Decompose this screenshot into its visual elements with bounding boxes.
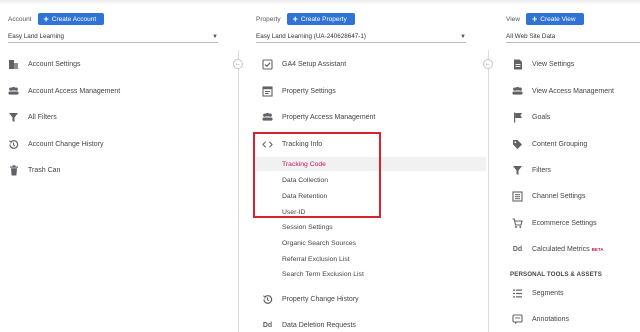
property-header: Property + Create Property xyxy=(256,13,355,25)
trash-icon xyxy=(8,164,19,176)
property-selected: Easy Land Learning (UA-240628647-1) xyxy=(256,33,366,40)
account-selector[interactable]: Easy Land Learning ▼ xyxy=(8,31,218,43)
channel-settings-item[interactable]: Channel Settings xyxy=(512,189,585,203)
filters-label: Filters xyxy=(532,166,552,174)
dd-icon: Dd xyxy=(512,245,523,253)
annotation-icon xyxy=(512,313,523,325)
search-term-exclusion-list-link[interactable]: Search Term Exclusion List xyxy=(282,269,364,281)
view-selected: All Web Site Data xyxy=(506,33,556,40)
all-filters-label: All Filters xyxy=(28,113,57,121)
dropdown-caret-icon: ▼ xyxy=(460,33,466,40)
plus-icon: + xyxy=(43,13,49,24)
property-change-history-label: Property Change History xyxy=(282,295,359,303)
trash-can-item[interactable]: Trash Can xyxy=(8,163,60,177)
session-settings-link[interactable]: Session Settings xyxy=(282,222,333,234)
content-grouping-label: Content Grouping xyxy=(532,140,588,148)
highlight-annotation-box xyxy=(253,132,381,218)
goals-item[interactable]: Goals xyxy=(512,110,550,124)
property-label: Property xyxy=(256,15,281,23)
account-label: Account xyxy=(8,15,32,23)
cart-icon xyxy=(512,217,523,229)
annotations-label: Annotations xyxy=(532,315,569,323)
history-icon xyxy=(262,294,273,305)
property-change-history-item[interactable]: Property Change History xyxy=(262,292,359,306)
create-property-label: Create Property xyxy=(300,15,347,23)
view-label: View xyxy=(506,15,520,23)
column-divider xyxy=(488,50,489,332)
goals-label: Goals xyxy=(532,113,551,121)
settings-window-icon xyxy=(262,85,273,97)
view-selector[interactable]: All Web Site Data xyxy=(506,31,640,43)
dropdown-caret-icon: ▼ xyxy=(212,33,218,40)
organic-search-sources-link[interactable]: Organic Search Sources xyxy=(282,238,356,250)
content-grouping-item[interactable]: Content Grouping xyxy=(512,137,587,151)
create-view-label: Create View xyxy=(540,15,576,23)
people-icon xyxy=(262,112,273,123)
view-settings-item[interactable]: View Settings xyxy=(512,57,574,71)
filters-item[interactable]: Filters xyxy=(512,163,551,177)
filter-icon xyxy=(8,112,19,123)
property-access-label: Property Access Management xyxy=(282,113,376,121)
filter-icon xyxy=(512,165,523,176)
account-settings-item[interactable]: Account Settings xyxy=(8,57,81,71)
plus-icon: + xyxy=(531,13,538,24)
view-access-label: View Access Management xyxy=(532,87,614,95)
column-divider xyxy=(238,50,239,332)
checkbox-icon xyxy=(262,58,273,70)
view-access-item[interactable]: View Access Management xyxy=(512,84,614,98)
property-settings-item[interactable]: Property Settings xyxy=(262,84,336,98)
document-icon xyxy=(512,59,523,70)
ecommerce-settings-label: Ecommerce Settings xyxy=(532,219,597,227)
personal-tools-heading: PERSONAL TOOLS & ASSETS xyxy=(510,271,602,278)
history-icon xyxy=(8,139,19,150)
referral-exclusion-list-link[interactable]: Referral Exclusion List xyxy=(282,254,350,266)
collapse-account-icon[interactable]: ← xyxy=(233,59,243,69)
account-change-history-item[interactable]: Account Change History xyxy=(8,137,103,151)
create-property-button[interactable]: + Create Property xyxy=(286,13,355,25)
data-deletion-requests-item[interactable]: Dd Data Deletion Requests xyxy=(262,318,356,332)
channel-settings-label: Channel Settings xyxy=(532,192,586,200)
account-selected: Easy Land Learning xyxy=(8,33,65,40)
segments-item[interactable]: Segments xyxy=(512,286,564,300)
channel-icon xyxy=(512,190,523,202)
calculated-metrics-item[interactable]: Dd Calculated Metrics BETA xyxy=(512,242,604,256)
create-account-label: Create Account xyxy=(51,15,97,23)
account-column: Account + Create Account Easy Land Learn… xyxy=(0,0,228,332)
tag-icon xyxy=(512,139,523,150)
people-icon xyxy=(512,86,523,97)
property-selector[interactable]: Easy Land Learning (UA-240628647-1) ▼ xyxy=(256,31,466,43)
property-settings-label: Property Settings xyxy=(282,87,336,95)
property-access-item[interactable]: Property Access Management xyxy=(262,110,375,124)
view-settings-label: View Settings xyxy=(532,60,575,68)
data-deletion-requests-label: Data Deletion Requests xyxy=(282,321,356,329)
plus-icon: + xyxy=(292,13,298,24)
flag-icon xyxy=(512,112,523,123)
dd-icon: Dd xyxy=(262,321,273,329)
people-icon xyxy=(8,86,19,97)
account-access-item[interactable]: Account Access Management xyxy=(8,84,120,98)
account-change-history-label: Account Change History xyxy=(28,140,104,148)
all-filters-item[interactable]: All Filters xyxy=(8,110,57,124)
account-settings-label: Account Settings xyxy=(28,60,81,68)
collapse-property-icon[interactable]: ← xyxy=(483,59,493,69)
view-column: View + Create View All Web Site Data Vie… xyxy=(498,0,640,332)
building-icon xyxy=(8,59,19,70)
create-view-button[interactable]: + Create View xyxy=(525,13,584,25)
segments-icon xyxy=(512,288,523,299)
account-access-label: Account Access Management xyxy=(28,87,121,95)
annotations-item[interactable]: Annotations xyxy=(512,312,569,326)
segments-label: Segments xyxy=(532,289,564,297)
account-header: Account + Create Account xyxy=(8,13,105,25)
ecommerce-settings-item[interactable]: Ecommerce Settings xyxy=(512,216,597,230)
ga4-setup-label: GA4 Setup Assistant xyxy=(282,60,347,68)
create-account-button[interactable]: + Create Account xyxy=(37,13,105,25)
ga4-setup-item[interactable]: GA4 Setup Assistant xyxy=(262,57,346,71)
beta-badge: BETA xyxy=(591,246,604,252)
calculated-metrics-label: Calculated Metrics xyxy=(532,245,590,253)
view-header: View + Create View xyxy=(506,13,584,25)
trash-can-label: Trash Can xyxy=(28,166,61,174)
